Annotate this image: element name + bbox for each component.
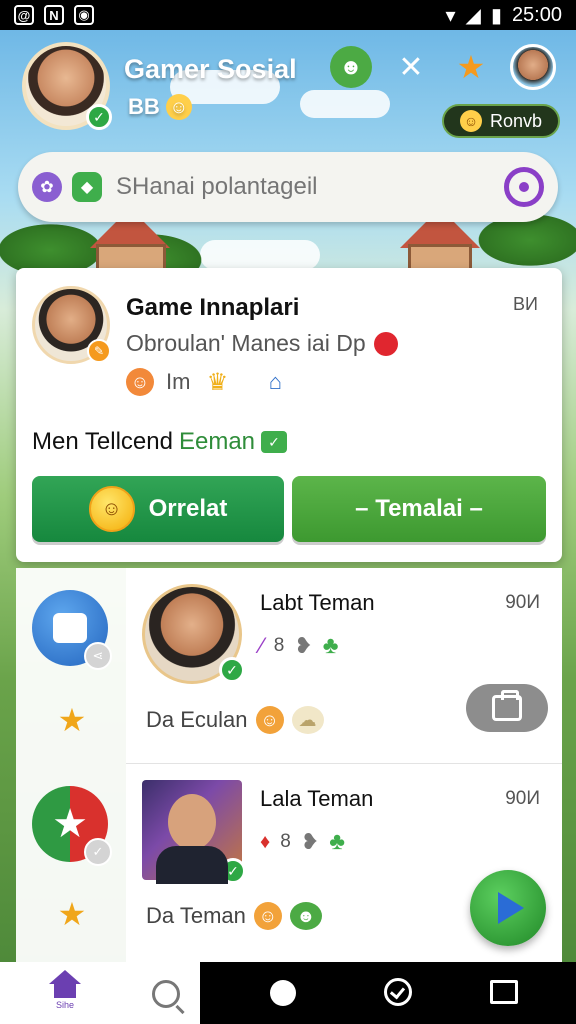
game-card-avatar[interactable]: ✎ — [32, 286, 111, 364]
friend-message-text: Da Eculan — [146, 707, 248, 732]
nav-search-icon[interactable] — [152, 980, 180, 1008]
secondary-action-label: – Temalai – — [355, 495, 483, 522]
tag-icon[interactable]: ◆ — [72, 172, 102, 202]
list-item[interactable]: ✓ Labt Teman 90И ⁄ 8 ❥ ♣ Da Eculan ☺ ☁ — [126, 568, 562, 764]
smile-emoji-icon: ☺ — [165, 94, 192, 120]
search-icon[interactable] — [504, 167, 544, 207]
friend-meta: ♦ 8 ❥ ♣ — [260, 828, 345, 856]
edit-pencil-icon[interactable]: ✎ — [87, 339, 111, 363]
notification-icon-circle: ◉ — [74, 5, 94, 25]
speech-icon: ❥ — [300, 829, 320, 854]
rank-badge-button[interactable]: ☺ Ronvb — [441, 104, 560, 138]
friend-meta-count: 8 — [273, 635, 285, 656]
search-input[interactable] — [116, 173, 504, 201]
verified-icon: ✓ — [86, 104, 112, 130]
friend-avatar-icon[interactable] — [510, 44, 556, 90]
clipboard-button[interactable] — [466, 684, 548, 732]
bottom-navigation: Sihe — [0, 962, 576, 1024]
app-tab-bar: Sihe — [0, 962, 200, 1024]
game-card-title: Game Innaplari — [126, 294, 300, 321]
rank-label: Ronvb — [489, 110, 542, 131]
status-highlight: Eeman — [178, 428, 256, 455]
friend-message-text: Da Teman — [146, 903, 246, 928]
friend-avatar[interactable]: ✓ — [142, 584, 245, 684]
verified-icon: ✓ — [219, 657, 245, 683]
primary-action-button[interactable]: ☺ Orrelat — [32, 476, 284, 542]
nav-home[interactable]: Sihe — [34, 970, 96, 1020]
primary-action-label: Orrelat — [148, 495, 228, 522]
notification-icon-n: N — [44, 5, 64, 25]
game-card-meta: ☺ Im ♛ ⌂ — [126, 368, 290, 396]
check-badge-icon: ✓ — [84, 838, 112, 866]
system-clock-button[interactable] — [384, 978, 412, 1006]
berries-icon: ♦ — [260, 830, 271, 853]
friend-time: 90И — [505, 592, 540, 613]
search-bar: ✿ ◆ — [18, 152, 558, 222]
app-subtitle-text: BB — [128, 94, 160, 119]
pineapple-icon: ♣ — [329, 828, 345, 855]
play-icon — [498, 892, 524, 924]
game-card: ✎ Game Innaplari BИ Obroulan' Manes iai … — [16, 268, 562, 562]
star-smile-icon[interactable]: ★ — [52, 894, 92, 934]
friend-message: Da Teman ☺ ☻ — [146, 902, 322, 930]
friend-message: Da Eculan ☺ ☁ — [146, 706, 324, 734]
game-card-status-line: Men Tellcend Eeman ✓ — [32, 428, 288, 456]
chat-bubble-icon[interactable]: ⋖ — [32, 590, 112, 670]
friend-meta-count: 8 — [280, 831, 291, 852]
game-controller-icon[interactable]: ✿ — [32, 172, 62, 202]
tools-icon[interactable]: ✕ — [390, 46, 432, 88]
game-card-subtitle-text: Obroulan' Manes iai Dp — [126, 330, 366, 356]
crown-icon: ♛ — [206, 368, 229, 396]
smiley-icon: ☺ — [88, 486, 135, 532]
checkmark-icon: ✓ — [261, 431, 288, 453]
battery-icon: ▮ — [490, 4, 502, 27]
profile-avatar[interactable]: ✓ — [22, 42, 112, 130]
play-fab-button[interactable] — [470, 870, 546, 946]
monster-mask-icon[interactable]: ☻ — [330, 46, 372, 88]
status-time: 25:00 — [511, 3, 562, 26]
secondary-action-button[interactable]: – Temalai – — [292, 476, 546, 542]
cloud-emoji-icon: ☁ — [291, 706, 324, 734]
signal-icon: ◢ — [465, 4, 481, 27]
status-bar: @ N ◉ ▾ ◢ ▮ 25:00 — [0, 0, 576, 30]
bear-emoji-icon: ☺ — [253, 902, 282, 930]
friend-name: Lala Teman — [260, 786, 374, 811]
nav-home-label: Sihe — [55, 1000, 74, 1010]
app-title: Gamer Sosial — [124, 54, 297, 84]
clipboard-icon — [492, 690, 522, 721]
home-icon — [49, 970, 81, 998]
rank-emoji-icon: ☺ — [459, 110, 482, 132]
side-rail: ⋖ ★ ★ ✓ ★ — [16, 568, 126, 962]
share-icon: ⋖ — [84, 642, 112, 670]
red-dot-icon — [373, 331, 398, 356]
app-subtitle: BB ☺ — [128, 94, 192, 120]
status-prefix: Men Tellcend — [32, 428, 173, 455]
pineapple-icon: ♣ — [322, 632, 339, 659]
friend-name: Labt Teman — [260, 590, 375, 615]
game-card-subtitle: Obroulan' Manes iai Dp — [126, 330, 398, 357]
game-card-meta-text: Im — [166, 369, 191, 394]
magic-wand-icon[interactable]: ★ — [450, 46, 492, 88]
verified-icon: ✓ — [220, 858, 246, 884]
bear-emoji-icon: ☺ — [255, 706, 284, 734]
notification-icon-at: @ — [14, 5, 34, 25]
lipstick-icon: ⁄ — [260, 633, 264, 658]
frog-emoji-icon: ☻ — [289, 902, 322, 930]
game-card-badge: BИ — [513, 294, 538, 314]
star-icon[interactable]: ★ — [52, 700, 92, 740]
star-badge-icon[interactable]: ★ ✓ — [32, 786, 112, 866]
friend-avatar[interactable]: ✓ — [142, 780, 246, 884]
house-icon: ⌂ — [268, 369, 283, 394]
system-home-button[interactable] — [270, 980, 296, 1006]
friend-time: 90И — [505, 788, 540, 809]
friend-meta: ⁄ 8 ❥ ♣ — [260, 632, 338, 660]
wifi-icon: ▾ — [445, 4, 456, 27]
system-overview-button[interactable] — [490, 980, 518, 1004]
app-header: ✓ Gamer Sosial BB ☺ ☻ ✕ ★ ☺ Ronvb — [0, 30, 576, 152]
fox-emoji-icon: ☺ — [126, 368, 154, 396]
speech-icon: ❥ — [294, 633, 313, 658]
